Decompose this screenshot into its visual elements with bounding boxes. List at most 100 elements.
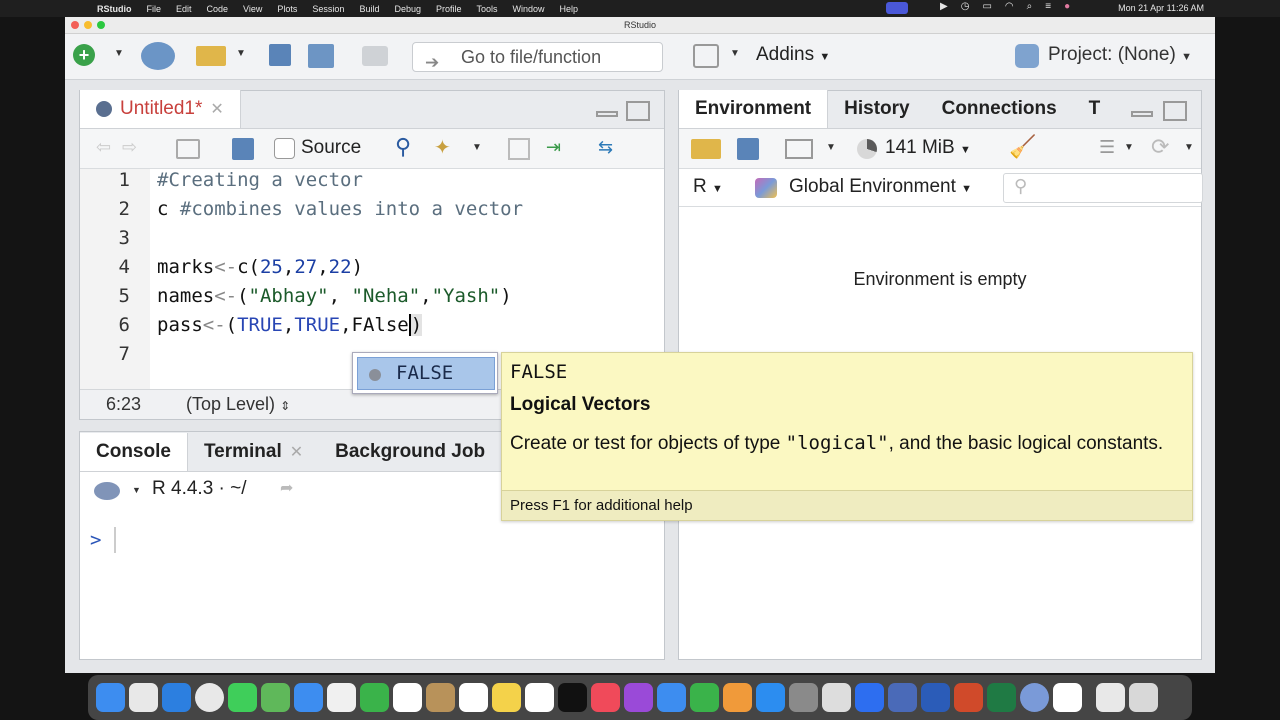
trash-icon[interactable] — [1129, 683, 1158, 712]
open-file-icon[interactable] — [196, 46, 226, 66]
console-output[interactable]: > — [80, 509, 664, 659]
menu-tools[interactable]: Tools — [477, 4, 498, 14]
word-icon[interactable] — [921, 683, 950, 712]
back-icon[interactable]: ⇦ — [96, 137, 111, 158]
close-tab-icon[interactable]: ✕ — [210, 99, 223, 119]
addins-menu[interactable]: Addins ▼ — [756, 44, 830, 66]
new-project-icon[interactable] — [141, 42, 175, 70]
notes-brown-icon[interactable] — [426, 683, 455, 712]
autocomplete-item-false[interactable]: FALSE — [357, 357, 495, 390]
menu-view[interactable]: View — [243, 4, 262, 14]
tab-terminal[interactable]: Terminal ✕ — [188, 433, 319, 471]
chevron-down-icon[interactable]: ▼ — [132, 485, 141, 495]
project-menu[interactable]: Project: (None) ▼ — [1048, 44, 1192, 66]
environment-search-input[interactable]: ⚲ — [1003, 173, 1203, 203]
reminders-icon[interactable] — [459, 683, 488, 712]
calendar-icon[interactable] — [393, 683, 422, 712]
new-file-icon[interactable]: + — [73, 44, 95, 66]
maximize-pane-icon[interactable] — [1163, 101, 1187, 121]
chevron-down-icon[interactable]: ▼ — [826, 142, 836, 153]
menu-help[interactable]: Help — [560, 4, 579, 14]
launchpad-icon[interactable] — [129, 683, 158, 712]
menu-file[interactable]: File — [147, 4, 162, 14]
compile-report-icon[interactable] — [508, 138, 530, 160]
notes-icon[interactable] — [492, 683, 521, 712]
environment-select[interactable]: Global Environment ▼ — [789, 176, 972, 198]
powerpoint-icon[interactable] — [954, 683, 983, 712]
control-center-icon[interactable]: ≡ — [1045, 1, 1051, 12]
mail-icon[interactable] — [294, 683, 323, 712]
menu-debug[interactable]: Debug — [394, 4, 421, 14]
preview-icon[interactable] — [1053, 683, 1082, 712]
wifi-icon[interactable]: ◠ — [1005, 1, 1014, 12]
tab-connections[interactable]: Connections — [926, 90, 1073, 128]
chevron-down-icon[interactable]: ▼ — [1184, 142, 1194, 153]
close-window-button[interactable] — [71, 21, 79, 29]
save-all-icon[interactable] — [308, 44, 334, 68]
memory-usage[interactable]: 141 MiB ▼ — [885, 137, 971, 159]
menu-plots[interactable]: Plots — [277, 4, 297, 14]
go-to-dir-icon[interactable]: ➦ — [280, 478, 293, 498]
chevron-down-icon[interactable]: ▼ — [114, 48, 124, 59]
import-dataset-icon[interactable] — [785, 139, 813, 159]
wand-icon[interactable]: ✦ — [434, 135, 451, 160]
keynote-icon[interactable] — [657, 683, 686, 712]
chrome-icon[interactable] — [195, 683, 224, 712]
chevron-down-icon[interactable]: ▼ — [730, 48, 740, 59]
run-line-icon[interactable]: ⇥ — [546, 137, 561, 158]
remote-desktop-icon[interactable] — [888, 683, 917, 712]
close-tab-icon[interactable]: ✕ — [290, 442, 303, 462]
memory-pie-icon[interactable] — [857, 139, 877, 159]
podcasts-icon[interactable] — [624, 683, 653, 712]
rstudio-icon[interactable] — [1020, 683, 1049, 712]
tab-background-jobs[interactable]: Background Job — [319, 433, 501, 471]
r-logo-icon[interactable] — [94, 482, 120, 500]
tab-history[interactable]: History — [828, 90, 925, 128]
appstore-icon[interactable] — [756, 683, 785, 712]
messages-icon[interactable] — [228, 683, 257, 712]
show-in-window-icon[interactable] — [176, 139, 200, 159]
chevron-down-icon[interactable]: ▼ — [236, 48, 246, 59]
menu-window[interactable]: Window — [513, 4, 545, 14]
search-icon[interactable]: ⚲ — [395, 134, 411, 160]
pane-layout-icon[interactable] — [693, 44, 719, 68]
tab-tutorial[interactable]: T — [1073, 90, 1117, 128]
minimize-pane-icon[interactable] — [1131, 111, 1153, 117]
save-workspace-icon[interactable] — [737, 138, 759, 160]
language-select[interactable]: R ▼ — [693, 176, 723, 198]
spotlight-icon[interactable]: ⌕ — [1027, 1, 1033, 12]
broom-icon[interactable]: 🧹 — [1009, 134, 1036, 160]
rerun-icon[interactable]: ⇆ — [598, 137, 613, 158]
minimize-window-button[interactable] — [84, 21, 92, 29]
project-icon[interactable] — [1015, 44, 1039, 68]
maps-icon[interactable] — [261, 683, 290, 712]
tab-environment[interactable]: Environment — [679, 90, 829, 128]
menu-code[interactable]: Code — [207, 4, 229, 14]
finder-icon[interactable] — [96, 683, 125, 712]
menu-profile[interactable]: Profile — [436, 4, 462, 14]
settings-icon[interactable] — [789, 683, 818, 712]
battery-icon[interactable]: ▭ — [982, 1, 991, 12]
maximize-pane-icon[interactable] — [626, 101, 650, 121]
refresh-icon[interactable]: ⟳ — [1151, 134, 1169, 160]
excel-icon[interactable] — [987, 683, 1016, 712]
safari-icon[interactable] — [162, 683, 191, 712]
appletv-icon[interactable] — [558, 683, 587, 712]
chevron-down-icon[interactable]: ▼ — [1124, 142, 1134, 153]
load-workspace-icon[interactable] — [691, 139, 721, 159]
facetime-icon[interactable] — [360, 683, 389, 712]
tab-untitled1[interactable]: Untitled1* ✕ — [80, 90, 241, 128]
print-icon[interactable] — [362, 46, 388, 66]
source-on-save-checkbox[interactable] — [274, 138, 295, 159]
history-icon[interactable]: ◷ — [961, 1, 970, 12]
list-view-icon[interactable]: ☰ — [1099, 137, 1115, 158]
iphone-mirroring-icon[interactable] — [822, 683, 851, 712]
play-icon[interactable]: ▶ — [940, 1, 948, 12]
menubar-clock[interactable]: Mon 21 Apr 11:26 AM — [1118, 3, 1204, 13]
screen-share-icon[interactable] — [886, 2, 908, 14]
menu-session[interactable]: Session — [312, 4, 344, 14]
menu-build[interactable]: Build — [359, 4, 379, 14]
tab-console[interactable]: Console — [80, 433, 188, 471]
freeform-icon[interactable] — [525, 683, 554, 712]
minimize-pane-icon[interactable] — [596, 111, 618, 117]
